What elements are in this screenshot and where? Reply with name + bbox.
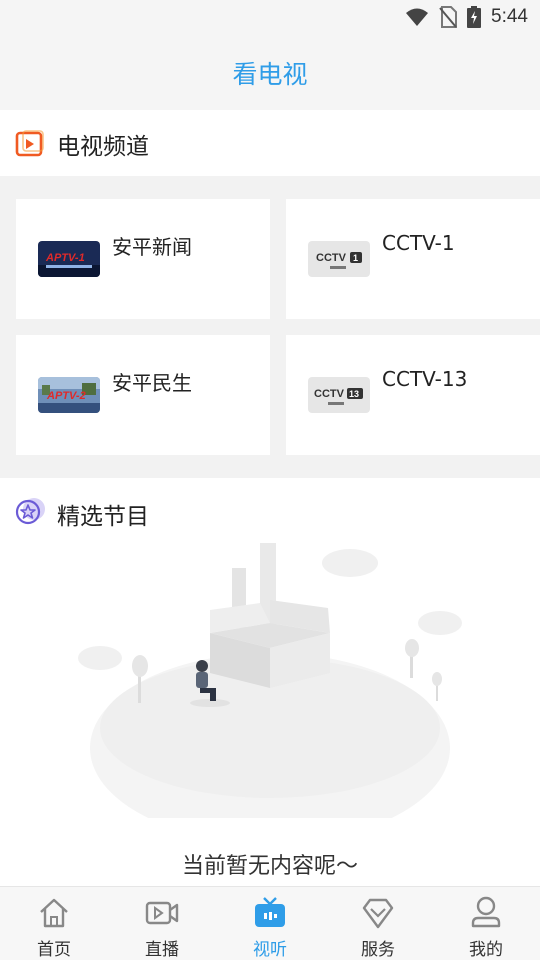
tab-label: 服务 [361,940,395,960]
featured-title: 精选节目 [57,504,149,530]
status-icons: 5:44 [405,6,528,28]
user-icon [471,896,501,928]
app-header: 看电视 [0,36,540,110]
channel-card-anping-news[interactable]: APTV-1 安平新闻 [16,199,270,319]
tab-label: 视听 [253,940,287,960]
channel-name: CCTV-1 [382,231,455,255]
empty-state-text: 当前暂无内容呢～ [181,854,358,879]
channel-card-anping-minsheng[interactable]: APTV-2 安平民生 [16,335,270,455]
channel-name: CCTV-13 [382,367,468,391]
bottom-tab-bar: 首页 直播 视听 服务 我的 [0,886,540,960]
empty-box-illustration [78,543,462,818]
channel-grid: APTV-1 安平新闻 CCTV 1 CCTV-1 APTV-2 安平民生 CC… [0,176,540,478]
live-video-icon [145,901,179,925]
tab-profile[interactable]: 我的 [432,887,540,960]
tab-media[interactable]: 视听 [216,887,324,960]
tab-home[interactable]: 首页 [0,887,108,960]
diamond-icon [362,898,394,929]
no-sim-icon [439,6,458,28]
svg-text:13: 13 [349,389,359,399]
status-time: 5:44 [491,6,528,27]
tab-label: 直播 [145,940,179,960]
tv-icon [255,897,285,927]
svg-text:CCTV: CCTV [314,388,345,400]
tab-live[interactable]: 直播 [108,887,216,960]
svg-text:1: 1 [353,253,358,263]
play-box-icon [15,130,44,157]
battery-charging-icon [467,6,482,28]
svg-text:APTV-1: APTV-1 [45,252,85,264]
channel-name: 安平新闻 [112,235,192,259]
aptv-news-logo: APTV-1 [38,241,100,277]
tab-services[interactable]: 服务 [324,887,432,960]
cctv1-logo: CCTV 1 [308,241,370,277]
status-bar: 5:44 [0,0,540,36]
tab-label: 我的 [469,940,503,960]
cctv13-logo: CCTV 13 [308,377,370,413]
svg-text:CCTV: CCTV [316,252,347,264]
star-badge-icon [15,498,45,525]
channel-card-cctv13[interactable]: CCTV 13 CCTV-13 [286,335,540,455]
tv-section-header: 电视频道 [0,110,540,176]
wifi-icon [406,8,429,26]
home-icon [40,898,68,928]
featured-section: 精选节目 当前暂无内容呢～ [0,478,540,886]
aptv-minsheng-logo: APTV-2 [38,377,100,413]
tab-label: 首页 [37,940,71,960]
svg-text:APTV-2: APTV-2 [46,390,86,402]
page-title: 看电视 [232,60,308,89]
channel-card-cctv1[interactable]: CCTV 1 CCTV-1 [286,199,540,319]
channel-name: 安平民生 [112,371,192,395]
tv-section-title: 电视频道 [57,134,149,160]
